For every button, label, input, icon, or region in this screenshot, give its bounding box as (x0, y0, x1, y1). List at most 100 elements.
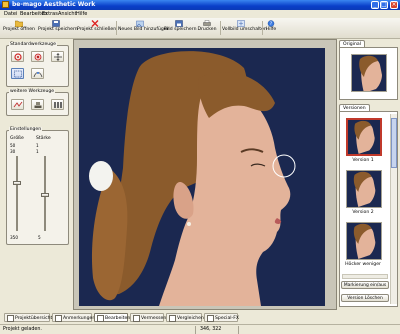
minimize-icon: _ (373, 1, 377, 8)
version-thumbnail[interactable] (346, 170, 382, 208)
horizontal-scrollbar[interactable] (342, 274, 388, 279)
versions-panel: Original Versionen Version 1 Version 2 H… (337, 39, 400, 310)
target-icon (34, 53, 42, 61)
measure-icon (133, 315, 140, 322)
fullscreen-icon (237, 20, 245, 27)
tab-measure[interactable]: Vermessen (130, 313, 166, 322)
tool-smooth[interactable] (11, 99, 24, 110)
app-icon (2, 1, 9, 8)
menu-datei[interactable]: Datei (4, 11, 17, 17)
title-bar: be-mago Aesthetic Work _ □ × (0, 0, 400, 10)
tools-panel: Standardwerkzeuge weitere Werkzeuge Eins… (0, 39, 73, 310)
size-max-value: 50 (10, 143, 16, 148)
size-bottom-value: 350 (10, 235, 18, 240)
overview-icon (7, 315, 14, 322)
strength-bottom-value: 5 (38, 235, 41, 240)
close-project-button[interactable]: Projekt schließen (77, 20, 116, 36)
version-2-thumb (347, 171, 381, 207)
tab-annotations[interactable]: Anmerkungen (52, 313, 95, 322)
status-message: Projekt geladen. (3, 327, 42, 332)
tool-columns[interactable] (51, 99, 64, 110)
tab-project-overview[interactable]: Projektübersicht (4, 313, 52, 322)
annotations-icon (55, 315, 62, 322)
window-title: be-mago Aesthetic Work (12, 1, 96, 8)
original-thumbnail[interactable] (351, 54, 387, 92)
versions-list: Version 1 Version 2 Höcker weniger (339, 111, 398, 307)
help-button[interactable]: ? Hilfe (264, 20, 278, 36)
save-image-icon (175, 20, 183, 27)
settings-group: Einstellungen Größe Stärke 50 30 1 1 350… (6, 127, 69, 245)
menu-ansicht[interactable]: Ansicht (58, 11, 76, 17)
circle-tool-icon (14, 53, 22, 61)
add-image-button[interactable]: Neues Bild hinzufügen (118, 20, 170, 36)
maximize-button[interactable]: □ (380, 1, 388, 9)
tool-target[interactable] (31, 51, 44, 62)
select-area-icon (14, 70, 22, 78)
strength-slider-thumb[interactable] (41, 193, 49, 197)
columns-icon (54, 102, 62, 108)
save-image-button[interactable]: Bild speichern (164, 20, 196, 36)
minimize-button[interactable]: _ (371, 1, 379, 9)
bottom-tabs: Projektübersicht Anmerkungen Bearbeiten … (0, 313, 400, 323)
add-image-icon (136, 20, 144, 27)
delete-version-button[interactable]: Version Löschen (341, 294, 389, 302)
strength-current-value: 1 (36, 149, 39, 154)
version-1-label: Version 1 (352, 158, 374, 163)
edit-icon (97, 315, 104, 322)
print-button[interactable]: Drucken (196, 20, 218, 36)
help-icon: ? (267, 20, 275, 27)
toggle-marking-button[interactable]: Markierung ein/aus (341, 281, 389, 289)
portrait-image[interactable] (79, 48, 325, 306)
size-slider-thumb[interactable] (13, 181, 21, 185)
toolbar-separator (220, 21, 221, 35)
special-fx-icon (207, 315, 214, 322)
standard-tools-title: Standardwerkzeuge (9, 42, 57, 48)
toolbar: Projekt öffnen Projekt speichern Projekt… (0, 18, 400, 39)
tool-move[interactable] (51, 51, 64, 62)
status-separator (238, 326, 239, 334)
status-separator (195, 326, 196, 334)
smooth-icon (13, 101, 23, 108)
toolbar-separator (262, 21, 263, 35)
version-2-label: Version 2 (352, 210, 374, 215)
menu-bar: Datei Bearbeiten Extras Ansicht Hilfe (0, 10, 400, 18)
tab-edit[interactable]: Bearbeiten (94, 313, 130, 322)
move-icon (54, 53, 62, 61)
cursor-coordinates: 346, 322 (200, 327, 222, 332)
menu-hilfe[interactable]: Hilfe (76, 11, 87, 17)
open-project-button[interactable]: Projekt öffnen (3, 20, 35, 36)
fullscreen-toggle-button[interactable]: Vollbild umschalten (222, 20, 267, 36)
image-workspace[interactable] (73, 39, 337, 310)
save-project-button[interactable]: Projekt speichern (38, 20, 78, 36)
standard-tools-group: Standardwerkzeuge (6, 42, 69, 87)
original-portrait-thumb (352, 55, 386, 91)
app-window: be-mago Aesthetic Work _ □ × Datei Bearb… (0, 0, 400, 334)
version-thumbnail[interactable] (346, 118, 382, 156)
size-slider-track[interactable] (16, 156, 18, 231)
maximize-icon: □ (381, 1, 387, 8)
tab-special-fx[interactable]: Special-FX (204, 313, 239, 322)
close-window-button[interactable]: × (390, 1, 398, 9)
tool-red-circle[interactable] (11, 51, 24, 62)
close-icon: × (391, 1, 397, 8)
strength-label: Stärke (36, 136, 51, 141)
version-3-label: Höcker weniger (345, 262, 381, 267)
versions-scrollbar[interactable] (390, 114, 397, 304)
printer-icon (203, 20, 211, 26)
close-project-icon (91, 20, 99, 27)
more-tools-group: weitere Werkzeuge (6, 89, 69, 116)
tool-stamp[interactable] (31, 99, 44, 110)
scrollbar-thumb[interactable] (391, 118, 397, 168)
settings-title: Einstellungen (9, 127, 43, 133)
folder-open-icon (15, 20, 23, 27)
original-image-box (339, 47, 398, 100)
toolbar-separator (116, 21, 117, 35)
version-3-thumb (347, 223, 381, 259)
tool-select-area[interactable] (11, 68, 24, 79)
version-thumbnail[interactable] (346, 222, 382, 260)
menu-extras[interactable]: Extras (42, 11, 58, 17)
version-1-thumb (348, 120, 380, 154)
tab-compare[interactable]: Vergleichen (166, 313, 204, 322)
tool-warp[interactable] (31, 68, 44, 79)
size-label: Größe (10, 136, 24, 141)
